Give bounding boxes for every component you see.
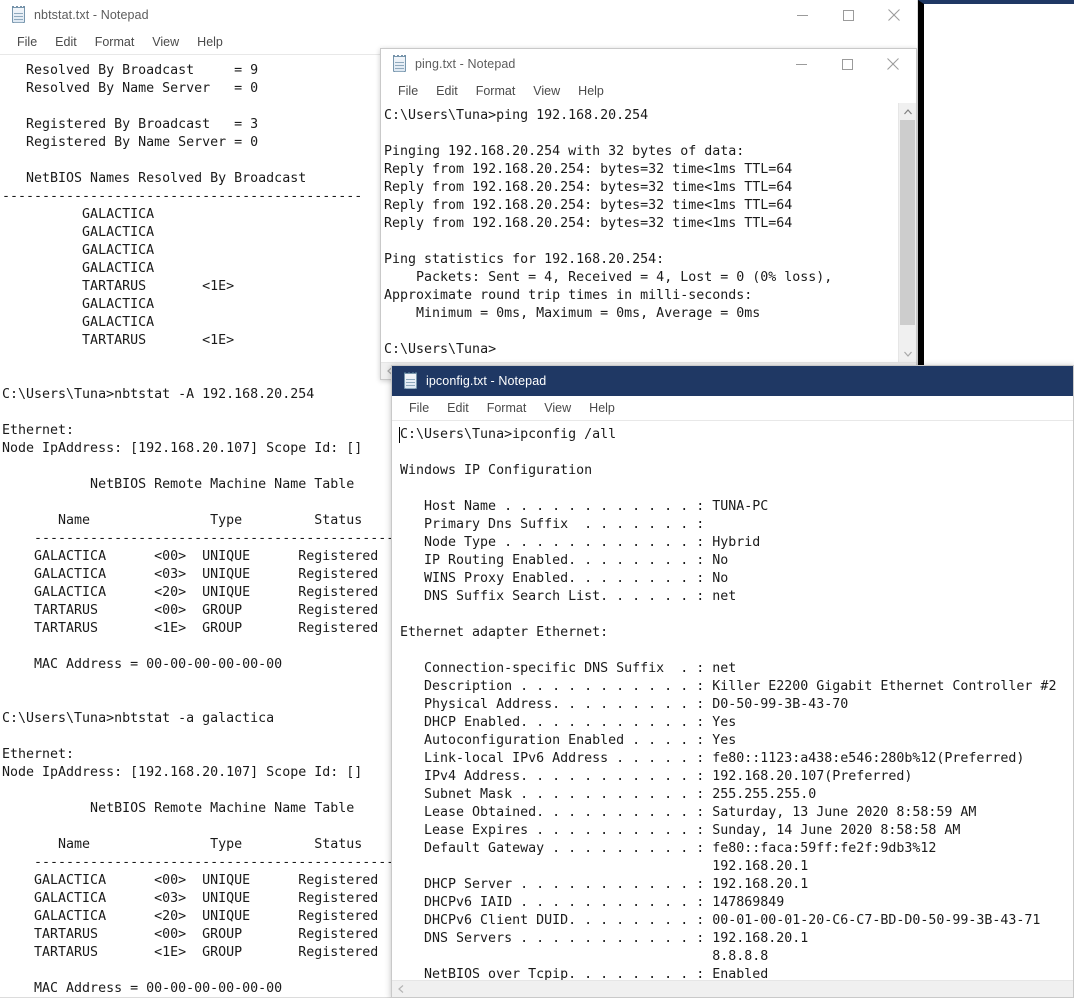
minimize-button[interactable] [779,0,825,30]
menu-edit[interactable]: Edit [427,79,467,104]
window-title-ipconfig: ipconfig.txt - Notepad [426,374,547,388]
menu-edit[interactable]: Edit [438,396,478,421]
menu-help[interactable]: Help [188,30,232,55]
menu-file[interactable]: File [400,396,438,421]
menu-format[interactable]: Format [478,396,536,421]
menubar-ping: File Edit Format View Help [381,79,916,104]
vertical-scrollbar-thumb-ping[interactable] [900,120,915,325]
menu-view[interactable]: View [143,30,188,55]
notepad-icon [391,55,407,72]
window-title-nbtstat: nbtstat.txt - Notepad [34,8,149,22]
maximize-button[interactable] [824,49,870,79]
window-title-ping: ping.txt - Notepad [415,57,516,71]
menu-file[interactable]: File [8,30,46,55]
horizontal-scrollbar-ipconfig[interactable] [392,980,1073,997]
menu-view[interactable]: View [535,396,580,421]
vertical-scrollbar-track-ping[interactable] [899,120,916,345]
menu-view[interactable]: View [524,79,569,104]
titlebar-ping[interactable]: ping.txt - Notepad [381,49,916,79]
window-controls-ping [778,49,916,79]
background-window-panel[interactable] [918,0,1074,372]
notepad-icon [10,6,26,23]
menu-format[interactable]: Format [467,79,525,104]
text-content-ipconfig: C:\Users\Tuna>ipconfig /all Windows IP C… [400,427,1057,980]
vertical-scrollbar-ping[interactable] [898,103,916,362]
notepad-icon [402,372,418,389]
scroll-down-arrow-icon[interactable] [899,345,916,362]
menubar-ipconfig: File Edit Format View Help [392,396,1073,421]
window-ping[interactable]: ping.txt - Notepad File Edit Format View… [380,48,917,380]
close-button[interactable] [870,49,916,79]
scroll-up-arrow-icon[interactable] [899,103,916,120]
scroll-left-arrow-icon[interactable] [392,981,409,997]
text-caret [399,427,400,443]
text-content-ping: C:\Users\Tuna>ping 192.168.20.254 Pingin… [384,108,833,357]
menu-help[interactable]: Help [580,396,624,421]
menu-help[interactable]: Help [569,79,613,104]
window-ipconfig[interactable]: ipconfig.txt - Notepad File Edit Format … [391,365,1074,998]
menu-format[interactable]: Format [86,30,144,55]
close-button[interactable] [871,0,917,30]
text-area-ipconfig[interactable]: C:\Users\Tuna>ipconfig /all Windows IP C… [392,421,1073,980]
minimize-button[interactable] [778,49,824,79]
menu-file[interactable]: File [389,79,427,104]
text-area-ping[interactable]: C:\Users\Tuna>ping 192.168.20.254 Pingin… [381,103,898,362]
maximize-button[interactable] [825,0,871,30]
titlebar-ipconfig[interactable]: ipconfig.txt - Notepad [392,366,1073,396]
menu-edit[interactable]: Edit [46,30,86,55]
window-controls-nbtstat [779,0,917,30]
titlebar-nbtstat[interactable]: nbtstat.txt - Notepad [0,0,917,30]
